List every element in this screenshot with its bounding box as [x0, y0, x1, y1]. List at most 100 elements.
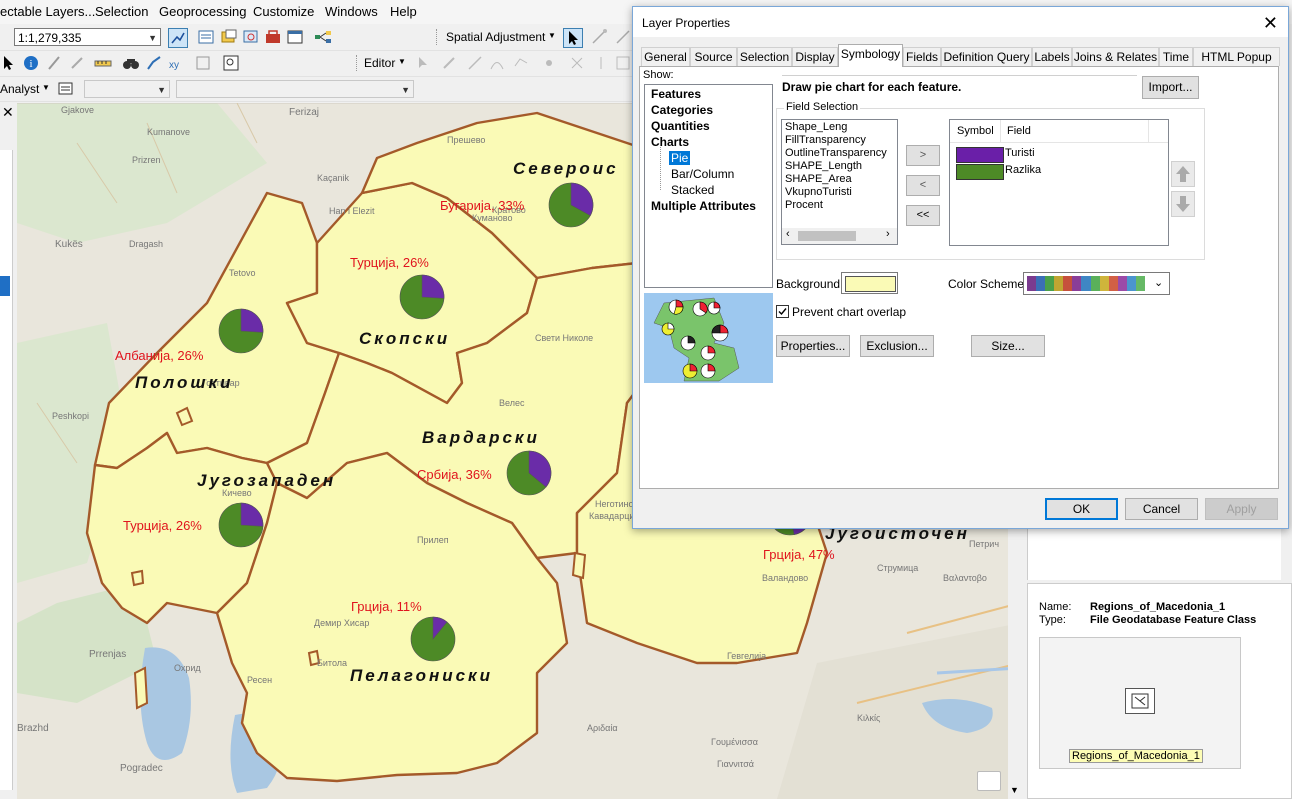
- search-window-icon[interactable]: [242, 28, 260, 46]
- measure-icon[interactable]: [94, 54, 112, 72]
- prevent-overlap-checkbox[interactable]: [776, 305, 789, 318]
- find-route-icon[interactable]: [145, 54, 163, 72]
- editor-menu[interactable]: Editor: [364, 56, 395, 70]
- hyperlink-icon[interactable]: [68, 54, 86, 72]
- ok-button[interactable]: OK: [1045, 498, 1118, 520]
- analyst-target-combo[interactable]: ▼: [176, 80, 414, 98]
- scroll-thumb[interactable]: [798, 231, 856, 241]
- editor-toolbar-icon[interactable]: [168, 28, 188, 48]
- catalog-icon[interactable]: [220, 28, 238, 46]
- analyst-layer-icon[interactable]: [57, 80, 75, 98]
- field-column-header[interactable]: Field: [1007, 125, 1031, 137]
- tab-joins-relates[interactable]: Joins & Relates: [1072, 47, 1159, 66]
- chart-type-bar-column[interactable]: Bar/Column: [671, 167, 734, 181]
- arctoolbox-icon[interactable]: [264, 28, 282, 46]
- selected-field-name[interactable]: Razlika: [1005, 164, 1041, 176]
- analyst-menu[interactable]: Analyst: [0, 82, 39, 96]
- field-item[interactable]: Procent: [785, 199, 823, 211]
- tab-time[interactable]: Time: [1159, 47, 1193, 66]
- toc-selected-item[interactable]: [0, 276, 10, 296]
- properties-button[interactable]: Properties...: [776, 335, 850, 357]
- fields-hscrollbar[interactable]: ‹ ›: [782, 228, 897, 244]
- table-of-contents-icon[interactable]: [197, 28, 215, 46]
- apply-button[interactable]: Apply: [1205, 498, 1278, 520]
- add-field-button[interactable]: >: [906, 145, 940, 166]
- html-popup-icon[interactable]: [46, 54, 64, 72]
- field-item[interactable]: VkupnoTuristi: [785, 186, 852, 198]
- show-features[interactable]: Features: [651, 87, 701, 101]
- toolbar-grip[interactable]: [436, 29, 440, 45]
- rotate-tool-icon[interactable]: [592, 54, 610, 72]
- available-fields-list[interactable]: Shape_Leng FillTransparency OutlineTrans…: [781, 119, 898, 245]
- create-viewer-icon[interactable]: [222, 54, 240, 72]
- background-color-button[interactable]: [841, 272, 898, 294]
- menu-help[interactable]: Help: [390, 4, 417, 19]
- time-slider-icon[interactable]: [194, 54, 212, 72]
- edit-tool-icon[interactable]: [414, 54, 432, 72]
- tab-selection[interactable]: Selection: [737, 47, 792, 66]
- tab-source[interactable]: Source: [690, 47, 737, 66]
- show-charts[interactable]: Charts: [651, 135, 689, 149]
- tab-symbology[interactable]: Symbology: [838, 44, 903, 67]
- tab-definition-query[interactable]: Definition Query: [941, 47, 1032, 66]
- selected-field-name[interactable]: Turisti: [1005, 147, 1035, 159]
- menu-windows[interactable]: Windows: [325, 4, 378, 19]
- remove-field-button[interactable]: <: [906, 175, 940, 196]
- show-categories[interactable]: Categories: [651, 103, 713, 117]
- field-item[interactable]: FillTransparency: [785, 134, 866, 146]
- tab-display[interactable]: Display: [792, 47, 838, 66]
- straight-segment-icon[interactable]: [466, 54, 484, 72]
- field-item[interactable]: SHAPE_Area: [785, 173, 852, 185]
- import-button[interactable]: Import...: [1142, 76, 1199, 99]
- size-button[interactable]: Size...: [971, 335, 1045, 357]
- selected-fields-list[interactable]: Symbol Field Turisti Razlika: [949, 119, 1169, 246]
- menu-selection[interactable]: Selection: [95, 4, 148, 19]
- field-item[interactable]: SHAPE_Length: [785, 160, 862, 172]
- close-icon[interactable]: ✕: [2, 104, 14, 121]
- toolbar-grip[interactable]: [356, 55, 360, 71]
- analyst-layer-combo[interactable]: ▼: [84, 80, 170, 98]
- cancel-button[interactable]: Cancel: [1125, 498, 1198, 520]
- remove-all-fields-button[interactable]: <<: [906, 205, 940, 226]
- attributes-icon[interactable]: [614, 54, 632, 72]
- chart-type-pie[interactable]: Pie: [669, 151, 691, 165]
- trace-icon[interactable]: [512, 54, 530, 72]
- map-scale-combo[interactable]: 1:1,279,335 ▼: [14, 28, 161, 46]
- link-tool-icon[interactable]: [614, 28, 632, 46]
- go-to-xy-icon[interactable]: xy: [167, 54, 185, 72]
- map-tips-icon[interactable]: [977, 771, 1001, 791]
- spatial-adjustment-menu[interactable]: Spatial Adjustment: [446, 30, 545, 44]
- python-window-icon[interactable]: [286, 28, 304, 46]
- thumbnail[interactable]: Regions_of_Macedonia_1: [1039, 637, 1241, 769]
- show-quantities[interactable]: Quantities: [651, 119, 710, 133]
- select-features-icon[interactable]: [0, 54, 18, 72]
- exclusion-button[interactable]: Exclusion...: [860, 335, 934, 357]
- identify-icon[interactable]: i: [22, 54, 40, 72]
- scroll-right-icon[interactable]: ›: [886, 228, 890, 240]
- chevron-down-icon[interactable]: ▼: [1010, 785, 1019, 795]
- select-elements-icon[interactable]: [563, 28, 583, 48]
- split-tool-icon[interactable]: [568, 54, 586, 72]
- chart-type-stacked[interactable]: Stacked: [671, 183, 714, 197]
- tab-labels[interactable]: Labels: [1032, 47, 1072, 66]
- field-item[interactable]: OutlineTransparency: [785, 147, 887, 159]
- razlika-symbol-swatch[interactable]: [956, 164, 1004, 180]
- close-icon[interactable]: ✕: [1263, 13, 1278, 34]
- point-icon[interactable]: [540, 54, 558, 72]
- endpoint-arc-icon[interactable]: [488, 54, 506, 72]
- scroll-left-icon[interactable]: ‹: [786, 228, 790, 240]
- symbol-column-header[interactable]: Symbol: [957, 125, 994, 137]
- prevent-overlap-label[interactable]: Prevent chart overlap: [792, 305, 906, 319]
- tab-html-popup[interactable]: HTML Popup: [1193, 47, 1280, 66]
- tab-general[interactable]: General: [641, 47, 690, 66]
- turisti-symbol-swatch[interactable]: [956, 147, 1004, 163]
- move-up-button[interactable]: [1171, 161, 1195, 187]
- menu-geoprocessing[interactable]: Geoprocessing: [159, 4, 246, 19]
- adjust-tool-icon[interactable]: [590, 28, 608, 46]
- menu-selectable-layers[interactable]: ectable Layers...: [0, 4, 95, 19]
- edit-annotation-icon[interactable]: [440, 54, 458, 72]
- find-icon[interactable]: [122, 54, 140, 72]
- model-builder-icon[interactable]: [314, 28, 332, 46]
- field-item[interactable]: Shape_Leng: [785, 121, 847, 133]
- menu-customize[interactable]: Customize: [253, 4, 314, 19]
